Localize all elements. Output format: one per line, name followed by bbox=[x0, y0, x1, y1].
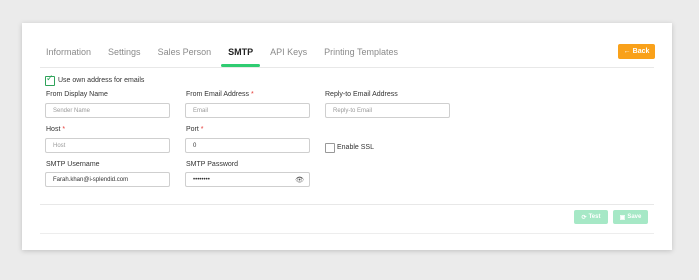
smtp-password-value: •••••••• bbox=[193, 176, 210, 183]
from-email-label: From Email Address * bbox=[186, 91, 254, 98]
use-own-address-checkbox[interactable] bbox=[45, 74, 55, 86]
enable-ssl-checkbox[interactable] bbox=[325, 143, 335, 153]
back-button-label: Back bbox=[632, 48, 650, 55]
tab-settings[interactable]: Settings bbox=[108, 43, 141, 65]
back-button[interactable]: ← Back bbox=[618, 44, 655, 59]
required-marker: * bbox=[250, 91, 254, 98]
form-divider bbox=[40, 204, 654, 205]
save-button-label: Save bbox=[627, 214, 642, 220]
smtp-username-input[interactable]: Farah.khan@i-splendid.com bbox=[45, 172, 170, 187]
smtp-username-label: SMTP Username bbox=[46, 161, 100, 168]
tab-smtp[interactable]: SMTP bbox=[221, 43, 261, 67]
required-marker: * bbox=[62, 126, 66, 133]
smtp-password-label: SMTP Password bbox=[186, 161, 238, 168]
reply-to-label: Reply-to Email Address bbox=[325, 91, 398, 98]
card-footer-divider bbox=[40, 233, 654, 234]
test-button-label: Test bbox=[588, 214, 601, 220]
tab-divider bbox=[40, 67, 654, 68]
host-label: Host * bbox=[46, 126, 66, 133]
tab-api-keys[interactable]: API Keys bbox=[270, 43, 307, 65]
port-label: Port * bbox=[186, 126, 204, 133]
tab-sales-person[interactable]: Sales Person bbox=[158, 43, 212, 65]
required-marker: * bbox=[200, 126, 204, 133]
from-display-name-label: From Display Name bbox=[46, 91, 108, 98]
test-button[interactable]: ⟳ Test bbox=[574, 210, 608, 224]
use-own-address-label: Use own address for emails bbox=[58, 77, 145, 84]
eye-icon[interactable]: 👁 bbox=[295, 176, 304, 184]
smtp-password-input[interactable]: •••••••• 👁 bbox=[185, 172, 310, 187]
port-input[interactable]: 0 bbox=[185, 138, 310, 153]
test-icon: ⟳ bbox=[581, 214, 587, 221]
tab-printing-templates[interactable]: Printing Templates bbox=[324, 43, 398, 65]
enable-ssl-label: Enable SSL bbox=[337, 144, 374, 151]
reply-to-input[interactable]: Reply-to Email bbox=[325, 103, 450, 118]
from-email-input[interactable]: Email bbox=[185, 103, 310, 118]
from-display-name-input[interactable]: Sender Name bbox=[45, 103, 170, 118]
arrow-left-icon: ← bbox=[623, 48, 631, 55]
save-button[interactable]: ▣ Save bbox=[613, 210, 648, 224]
save-icon: ▣ bbox=[619, 214, 626, 221]
host-input[interactable]: Host bbox=[45, 138, 170, 153]
tab-information[interactable]: Information bbox=[46, 43, 91, 65]
tab-bar: Information Settings Sales Person SMTP A… bbox=[46, 43, 415, 67]
